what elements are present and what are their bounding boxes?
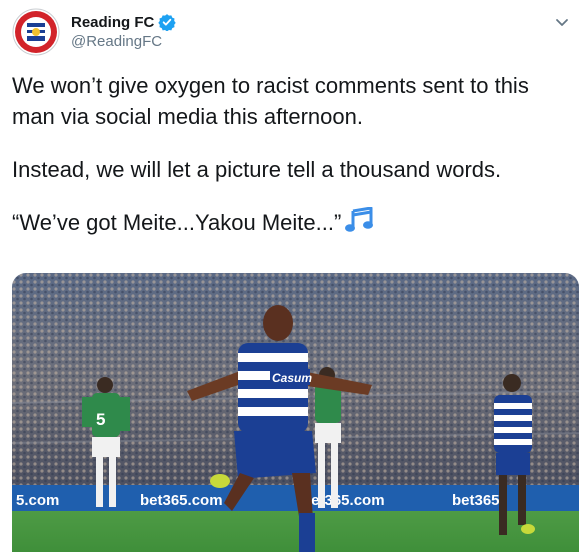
sponsor-board-text: bet365.com: [140, 492, 223, 509]
tweet-quote: “We’ve got Meite...Yakou Meite...”: [12, 210, 342, 235]
author-handle[interactable]: @ReadingFC: [71, 33, 162, 50]
avatar[interactable]: [12, 8, 60, 56]
tweet-paragraph: We won’t give oxygen to racist comments …: [12, 73, 529, 129]
tweet-text: We won’t give oxygen to racist comments …: [12, 70, 577, 260]
svg-text:5: 5: [96, 410, 105, 429]
player-celebration-photo: 5.com bet365.com bet365.com bet365 5 Cas…: [12, 273, 579, 552]
tweet-paragraph-last: “We’ve got Meite...Yakou Meite...”: [12, 207, 577, 238]
svg-text:Casum: Casum: [272, 371, 312, 385]
svg-text:bet365.com: bet365.com: [302, 492, 385, 509]
tweet-photo[interactable]: 5.com bet365.com bet365.com bet365 5 Cas…: [12, 273, 579, 552]
svg-text:5.com: 5.com: [16, 492, 59, 509]
chevron-down-icon[interactable]: [552, 12, 572, 32]
tweet-paragraph: Instead, we will let a picture tell a th…: [12, 157, 502, 182]
reading-fc-crest-icon: [12, 8, 60, 56]
musical-notes-icon: [345, 207, 374, 232]
svg-text:bet365: bet365: [452, 492, 500, 509]
author-display-name[interactable]: Reading FC: [71, 14, 154, 31]
verified-badge-icon: [158, 14, 177, 31]
author-name-row: Reading FC: [71, 13, 177, 31]
